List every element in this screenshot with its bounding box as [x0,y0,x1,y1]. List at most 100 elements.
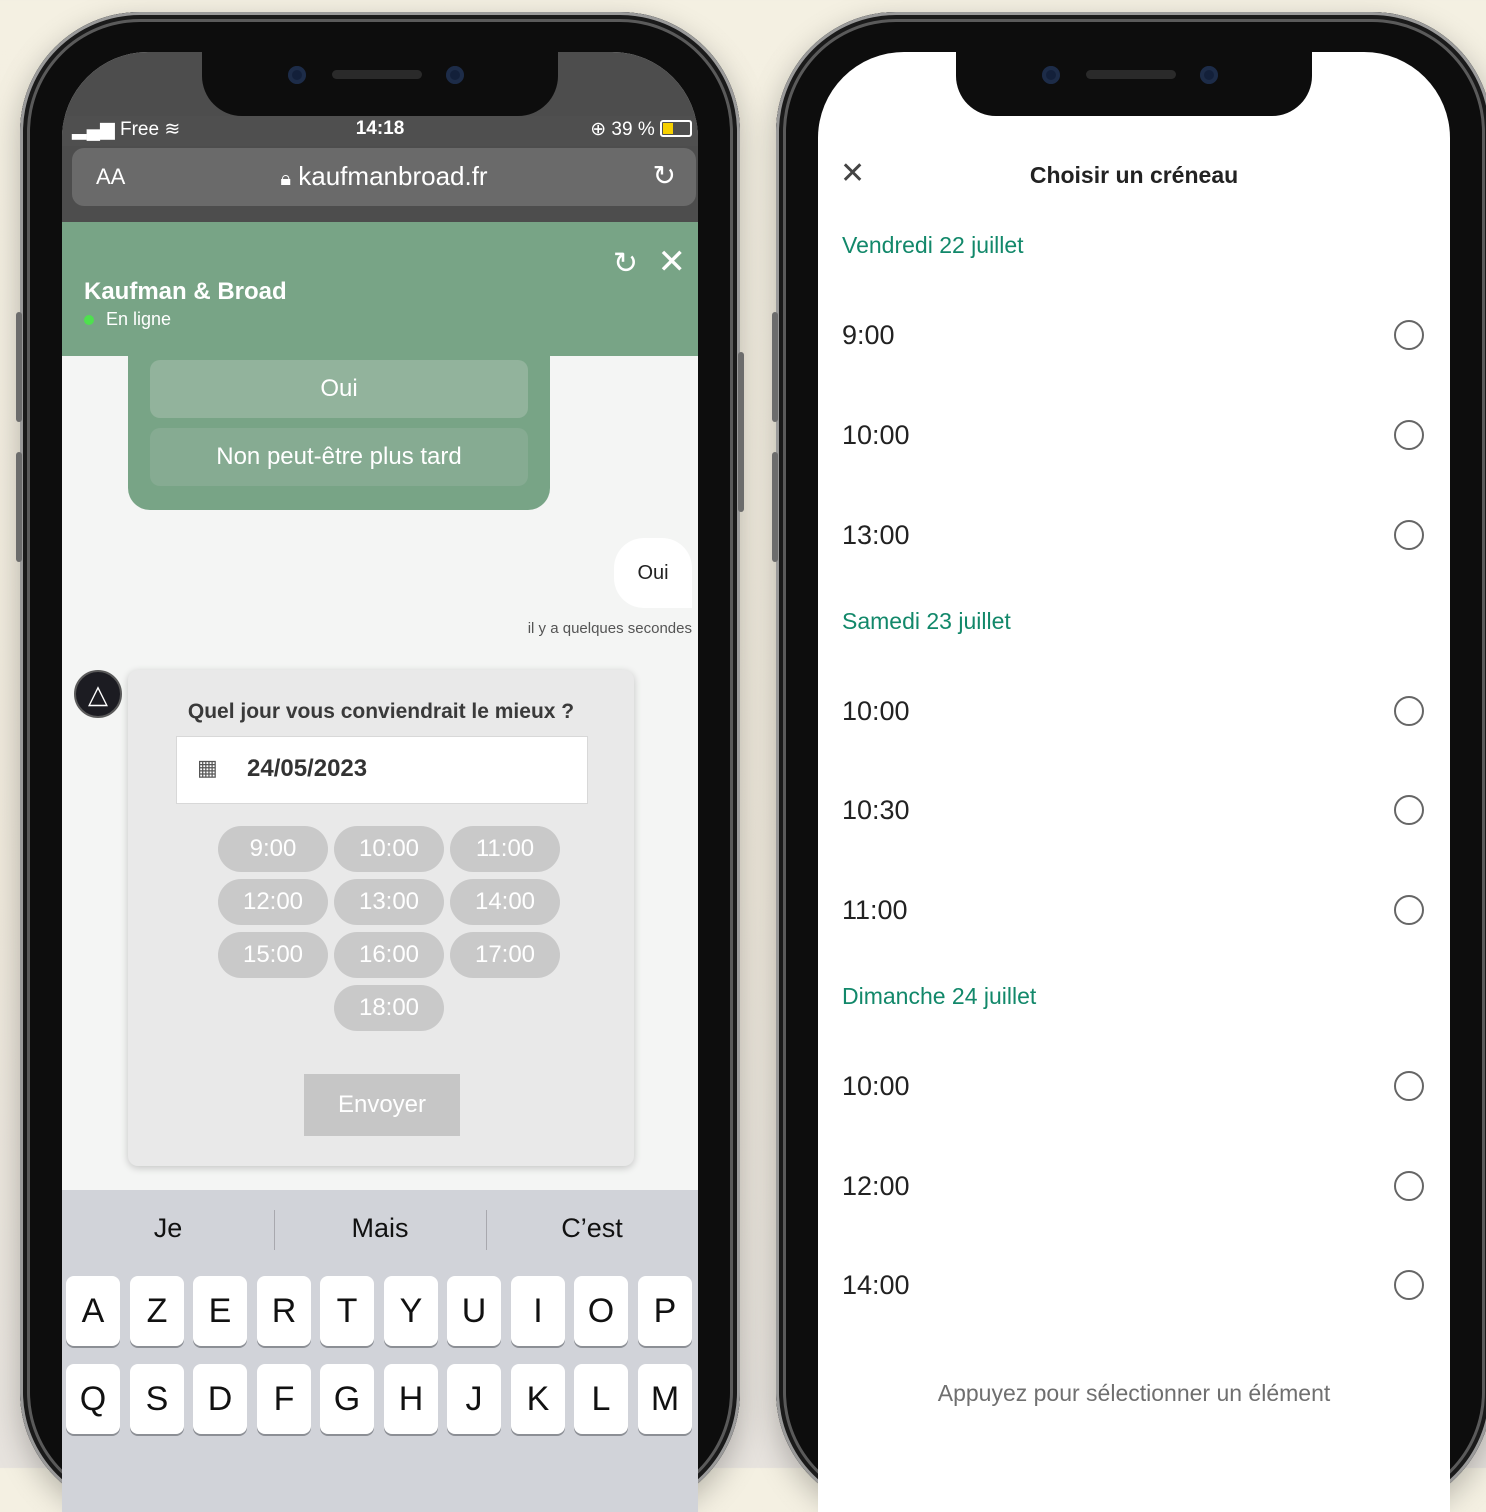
lock-icon: 🔒︎ [280,168,292,190]
key[interactable]: A [66,1276,120,1346]
key[interactable]: Y [384,1276,438,1346]
radio-button[interactable] [1394,320,1424,350]
online-status: En ligne [84,309,171,330]
day-header: Dimanche 24 juillet [842,983,1037,1009]
volume-button [772,452,778,562]
key[interactable]: F [257,1364,311,1434]
slot-row[interactable]: 10:30 [818,781,1450,841]
slot-time: 11:00 [842,895,908,925]
chat-header: ↻ ✕ Kaufman & Broad En ligne [62,222,698,356]
choice-later-button[interactable]: Non peut-être plus tard [150,428,528,486]
close-icon[interactable]: ✕ [658,242,687,282]
quick-replies: Oui Non peut-être plus tard [128,356,550,510]
key[interactable]: U [447,1276,501,1346]
day-header: Vendredi 22 juillet [842,232,1024,258]
key[interactable]: T [320,1276,374,1346]
radio-button[interactable] [1394,795,1424,825]
left-screen: ▂▄▆ Free ≋ 14:18 ⊕ 39 % AA 🔒︎ kaufmanbro… [62,52,698,1512]
time-slot-button[interactable]: 18:00 [334,985,444,1031]
slot-row[interactable]: 12:00 [818,1157,1450,1217]
slot-row[interactable]: 9:00 [818,306,1450,366]
time-slot-button[interactable]: 17:00 [450,932,560,978]
key[interactable]: H [384,1364,438,1434]
choice-oui-button[interactable]: Oui [150,360,528,418]
right-phone-frame: ✕ Choisir un créneau Vendredi 22 juillet… [772,12,1486,1512]
status-bar: ▂▄▆ Free ≋ 14:18 ⊕ 39 % [62,116,698,146]
online-dot [84,315,94,325]
key[interactable]: Z [130,1276,184,1346]
card-question: Quel jour vous conviendrait le mieux ? [187,700,575,723]
key[interactable]: J [447,1364,501,1434]
radio-button[interactable] [1394,696,1424,726]
key[interactable]: P [638,1276,692,1346]
camera-icon [1042,66,1060,84]
slot-row[interactable]: 14:00 [818,1256,1450,1316]
speaker [1086,70,1176,79]
key[interactable]: D [193,1364,247,1434]
volume-button [16,312,22,422]
send-button[interactable]: Envoyer [304,1074,460,1136]
time-slot-button[interactable]: 13:00 [334,879,444,925]
key[interactable]: S [130,1364,184,1434]
slot-time: 10:00 [842,1071,910,1101]
power-button [738,352,744,512]
slot-time: 10:00 [842,420,910,450]
url-text: 🔒︎ kaufmanbroad.fr [280,161,488,191]
time-slot-button[interactable]: 15:00 [218,932,328,978]
time-slot-button[interactable]: 10:00 [334,826,444,872]
time-slot-button[interactable]: 12:00 [218,879,328,925]
radio-button[interactable] [1394,1171,1424,1201]
time-slot-button[interactable]: 14:00 [450,879,560,925]
sensor-icon [446,66,464,84]
slot-time: 13:00 [842,520,910,550]
slot-row[interactable]: 11:00 [818,881,1450,941]
notch [956,52,1312,116]
slot-row[interactable]: 13:00 [818,506,1450,566]
time-slot-button[interactable]: 16:00 [334,932,444,978]
key[interactable]: G [320,1364,374,1434]
date-field[interactable]: ▦ 24/05/2023 [176,736,588,804]
volume-button [16,452,22,562]
key[interactable]: R [257,1276,311,1346]
radio-button[interactable] [1394,1071,1424,1101]
slot-row[interactable]: 10:00 [818,682,1450,742]
right-screen: ✕ Choisir un créneau Vendredi 22 juillet… [818,52,1450,1512]
calendar-icon: ▦ [197,755,218,780]
key[interactable]: E [193,1276,247,1346]
radio-button[interactable] [1394,420,1424,450]
suggestion-item[interactable]: Je [62,1190,274,1270]
key[interactable]: K [511,1364,565,1434]
reload-icon[interactable]: ↻ [653,159,676,192]
key[interactable]: O [574,1276,628,1346]
time-slot-button[interactable]: 11:00 [450,826,560,872]
slot-row[interactable]: 10:00 [818,1057,1450,1117]
suggestion-item[interactable]: C’est [486,1190,698,1270]
key[interactable]: M [638,1364,692,1434]
suggestion-item[interactable]: Mais [274,1190,486,1270]
user-message: Oui [614,538,692,608]
sheet-title: Choisir un créneau [1029,162,1239,188]
volume-button [772,312,778,422]
slot-time: 9:00 [842,320,895,350]
left-phone-frame: ▂▄▆ Free ≋ 14:18 ⊕ 39 % AA 🔒︎ kaufmanbro… [16,12,744,1512]
key[interactable]: Q [66,1364,120,1434]
radio-button[interactable] [1394,520,1424,550]
key[interactable]: I [511,1276,565,1346]
refresh-icon[interactable]: ↻ [613,246,638,281]
chat-title: Kaufman & Broad [84,278,287,305]
key[interactable]: L [574,1364,628,1434]
radio-button[interactable] [1394,895,1424,925]
keyboard: A Z E R T Y U I O P Q S D F G H J K L M [62,1270,698,1512]
time-slot-button[interactable]: 9:00 [218,826,328,872]
slot-time: 12:00 [842,1171,910,1201]
slot-row[interactable]: 10:00 [818,406,1450,466]
bot-avatar: △ [74,670,122,718]
sensor-icon [1200,66,1218,84]
keyboard-suggestions: Je Mais C’est [62,1190,698,1270]
battery-status: ⊕ 39 % [590,118,692,141]
radio-button[interactable] [1394,1270,1424,1300]
slot-time: 10:30 [842,795,910,825]
address-bar[interactable]: AA 🔒︎ kaufmanbroad.fr ↻ [72,148,696,206]
slot-time: 10:00 [842,696,910,726]
day-header: Samedi 23 juillet [842,608,1011,634]
